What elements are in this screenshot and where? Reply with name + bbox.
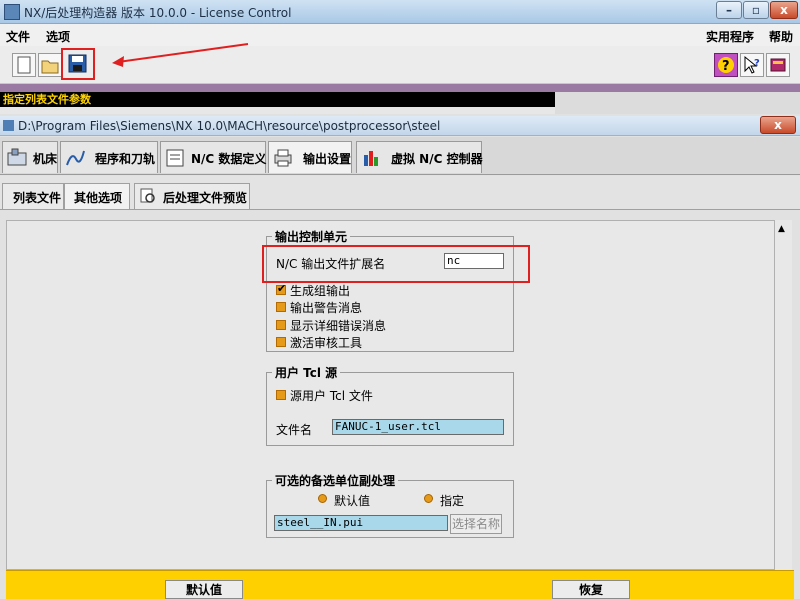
- save-icon: [68, 54, 87, 73]
- close-button[interactable]: x: [770, 1, 798, 19]
- divider-strip: [0, 84, 800, 92]
- help-button[interactable]: ?: [714, 53, 738, 77]
- tab-label: 输出设置: [303, 152, 352, 166]
- save-button[interactable]: [61, 48, 95, 80]
- open-file-button[interactable]: [38, 53, 62, 77]
- inner-window-titlebar: D:\Program Files\Siemens\NX 10.0\MACH\re…: [0, 116, 800, 136]
- subtab-post-file-preview[interactable]: 后处理文件预览: [134, 183, 250, 209]
- pointer-question-icon: ?: [744, 55, 760, 74]
- bottom-bar: [6, 570, 794, 599]
- tab-label: 虚拟 N/C 控制器: [391, 152, 483, 166]
- menu-utilities[interactable]: 实用程序: [706, 28, 754, 45]
- window-titlebar: NX/后处理构造器 版本 10.0.0 - License Control – …: [0, 0, 800, 24]
- tab-virtual-nc-controller[interactable]: 虚拟 N/C 控制器: [356, 141, 483, 173]
- tab-label: 机床: [33, 152, 58, 166]
- tab-label: 程序和刀轨: [95, 152, 156, 166]
- context-help-button[interactable]: ?: [740, 53, 764, 77]
- printer-icon: [274, 149, 292, 167]
- toolpath-icon: [66, 150, 85, 166]
- status-message: 指定列表文件参数: [0, 92, 555, 107]
- default-button[interactable]: 默认值: [165, 580, 243, 599]
- select-name-button[interactable]: 选择名称: [450, 514, 502, 534]
- file-name-label: 文件名: [276, 423, 313, 437]
- menu-file[interactable]: 文件: [6, 28, 30, 45]
- tab-nc-data-definition[interactable]: N/C 数据定义: [160, 141, 266, 173]
- scroll-up-icon[interactable]: ▲: [778, 224, 785, 234]
- review-tool-checkbox[interactable]: [276, 337, 286, 347]
- inner-close-button[interactable]: x: [760, 116, 796, 134]
- tab-machine[interactable]: 机床: [2, 141, 58, 173]
- new-file-button[interactable]: [12, 53, 36, 77]
- tab-output-settings[interactable]: 输出设置: [268, 141, 352, 173]
- status-background: [555, 92, 800, 114]
- specify-radio[interactable]: [424, 494, 433, 503]
- inner-window-icon: [3, 120, 14, 131]
- new-file-icon: [17, 56, 31, 74]
- review-tool-label: 激活审核工具: [290, 336, 363, 350]
- tab-label: 其他选项: [74, 191, 123, 205]
- book-icon: [770, 58, 786, 72]
- preview-icon: [140, 188, 155, 203]
- detailed-error-label: 显示详细错误消息: [290, 319, 387, 333]
- app-icon: [4, 4, 20, 20]
- tab-label: 后处理文件预览: [163, 191, 248, 205]
- tcl-file-input[interactable]: FANUC-1_user.tcl: [332, 419, 504, 435]
- warning-output-label: 输出警告消息: [290, 301, 363, 315]
- detailed-error-checkbox[interactable]: [276, 320, 286, 330]
- menu-help[interactable]: 帮助: [769, 28, 793, 45]
- svg-text:?: ?: [754, 58, 760, 69]
- annotation-arrow-icon: [112, 43, 249, 67]
- subtab-other-options[interactable]: 其他选项: [64, 183, 130, 209]
- subtab-list-file[interactable]: 列表文件: [2, 183, 64, 209]
- tab-label: 列表文件: [13, 191, 62, 205]
- menu-options[interactable]: 选项: [46, 28, 70, 45]
- svg-text:?: ?: [722, 59, 730, 74]
- user-tcl-title: 用户 Tcl 源: [272, 364, 341, 381]
- units-file-input[interactable]: steel__IN.pui: [274, 515, 448, 531]
- source-user-tcl-label: 源用户 Tcl 文件: [290, 389, 373, 403]
- controller-icon: [364, 151, 378, 166]
- source-user-tcl-checkbox[interactable]: [276, 390, 286, 400]
- question-icon: ?: [718, 57, 734, 74]
- output-control-title: 输出控制单元: [272, 228, 351, 245]
- default-radio-label: 默认值: [334, 494, 371, 508]
- manual-button[interactable]: [766, 53, 790, 77]
- warning-output-checkbox[interactable]: [276, 302, 286, 312]
- open-folder-icon: [41, 60, 59, 74]
- specify-radio-label: 指定: [440, 494, 465, 508]
- nc-extension-input[interactable]: nc: [444, 253, 504, 269]
- maximize-button[interactable]: ▫: [743, 1, 769, 19]
- minimize-button[interactable]: –: [716, 1, 742, 19]
- data-definition-icon: [166, 149, 184, 167]
- vertical-scrollbar[interactable]: ▲: [774, 220, 792, 570]
- window-title: NX/后处理构造器 版本 10.0.0 - License Control: [24, 6, 292, 20]
- default-radio[interactable]: [318, 494, 327, 503]
- tab-label: N/C 数据定义: [191, 152, 267, 166]
- tab-program-toolpath[interactable]: 程序和刀轨: [60, 141, 158, 173]
- group-output-label: 生成组输出: [290, 284, 351, 298]
- restore-button[interactable]: 恢复: [552, 580, 630, 599]
- machine-icon: [7, 148, 27, 166]
- inner-window-title: D:\Program Files\Siemens\NX 10.0\MACH\re…: [18, 119, 441, 133]
- nc-extension-label: N/C 输出文件扩展名: [276, 257, 386, 271]
- group-output-checkbox[interactable]: ✔: [276, 282, 286, 295]
- units-title: 可选的备选单位副处理: [272, 472, 399, 489]
